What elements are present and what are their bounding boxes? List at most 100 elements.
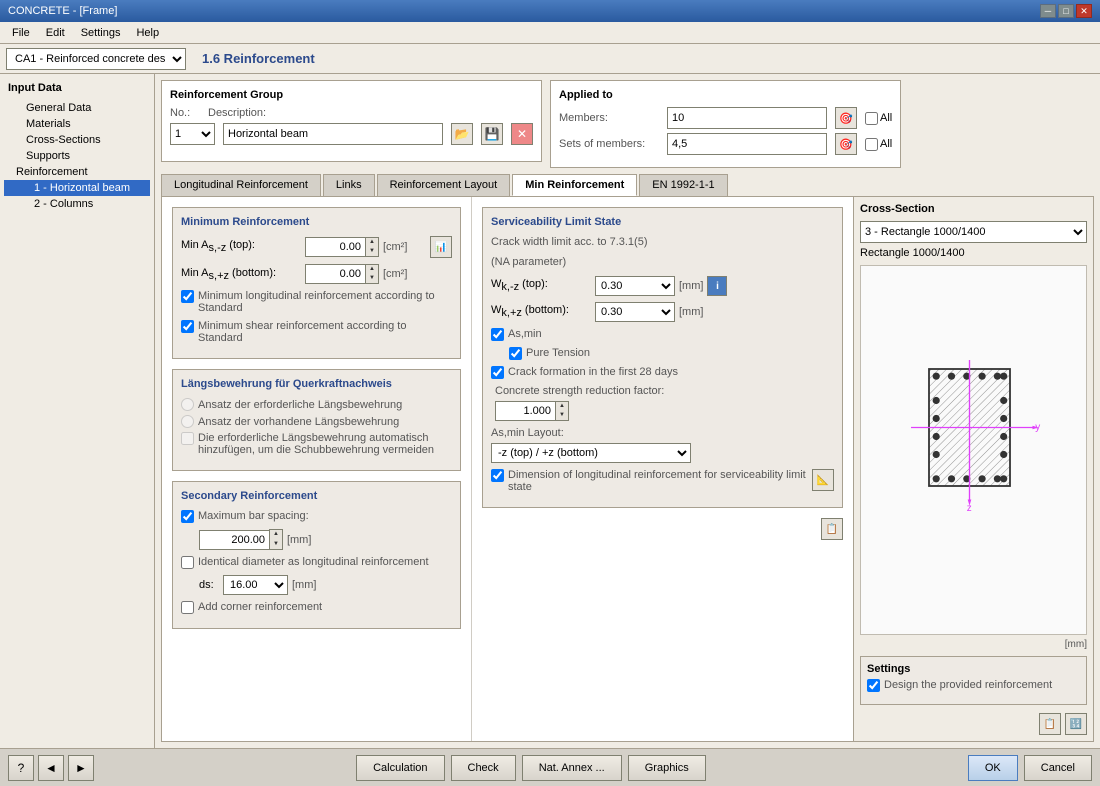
as-min-row: As,min <box>491 328 834 341</box>
design-checkbox[interactable] <box>867 679 880 692</box>
sidebar-item-columns[interactable]: 2 - Columns <box>4 196 150 212</box>
at-sets-all-check[interactable] <box>865 138 878 151</box>
concrete-strength-down[interactable]: ▼ <box>556 411 568 420</box>
identical-dia-checkbox[interactable] <box>181 556 194 569</box>
bar-spacing-unit: [mm] <box>287 534 311 546</box>
min-as-top-row: Min As,-z (top): ▲ ▼ [cm²] 📊 <box>181 236 452 258</box>
calculation-button[interactable]: Calculation <box>356 755 444 781</box>
ok-button[interactable]: OK <box>968 755 1018 781</box>
info-button[interactable]: i <box>707 276 727 296</box>
at-sets-all: All <box>865 138 892 151</box>
menu-settings[interactable]: Settings <box>73 25 129 41</box>
rg-icon-open[interactable]: 📂 <box>451 123 473 145</box>
right-panel: Serviceability Limit State Crack width l… <box>472 197 853 741</box>
cs-select[interactable]: 3 - Rectangle 1000/1400 <box>860 221 1087 243</box>
tab-layout[interactable]: Reinforcement Layout <box>377 174 511 196</box>
as-min-checkbox[interactable] <box>491 328 504 341</box>
cs-mm-label: [mm] <box>860 639 1087 650</box>
min-as-top-spinner[interactable]: ▲ ▼ <box>365 237 379 257</box>
graphics-button[interactable]: Graphics <box>628 755 706 781</box>
wk-bottom-row: Wk,+z (bottom): 0.30 [mm] <box>491 302 834 322</box>
radio1[interactable] <box>181 398 194 411</box>
secondary-box: Secondary Reinforcement Maximum bar spac… <box>172 481 461 628</box>
min-as-top-up[interactable]: ▲ <box>366 238 378 247</box>
rg-no-select[interactable]: 1 <box>170 123 215 145</box>
at-header: Applied to <box>559 89 892 101</box>
rg-icon-save[interactable]: 💾 <box>481 123 503 145</box>
at-sets-row: Sets of members: 🎯 All <box>559 133 892 155</box>
tab-longitudinal[interactable]: Longitudinal Reinforcement <box>161 174 321 196</box>
cancel-button[interactable]: Cancel <box>1024 755 1092 781</box>
dimension-icon[interactable]: 📐 <box>812 469 834 491</box>
cs-icon2[interactable]: 🔢 <box>1065 713 1087 735</box>
sidebar-item-general-data[interactable]: General Data <box>4 100 150 116</box>
cs-header: Cross-Section <box>860 203 1087 215</box>
rg-icon-delete[interactable]: ✕ <box>511 123 533 145</box>
sidebar-header: Input Data <box>4 80 150 96</box>
ca-select[interactable]: CA1 - Reinforced concrete desi <box>6 48 186 70</box>
crack-28-checkbox[interactable] <box>491 366 504 379</box>
add-corner-label: Add corner reinforcement <box>198 601 452 613</box>
min-reinforcement-box: Minimum Reinforcement Min As,-z (top): ▲… <box>172 207 461 359</box>
tab-links[interactable]: Links <box>323 174 375 196</box>
secondary-title: Secondary Reinforcement <box>181 490 452 502</box>
sidebar-item-materials[interactable]: Materials <box>4 116 150 132</box>
add-corner-checkbox[interactable] <box>181 601 194 614</box>
check2-checkbox[interactable] <box>181 320 194 333</box>
min-as-top-down[interactable]: ▼ <box>366 247 378 256</box>
min-as-bottom-up[interactable]: ▲ <box>366 265 378 274</box>
at-sets-input[interactable] <box>667 133 827 155</box>
radio1-row: Ansatz der erforderliche Längsbewehrung <box>181 398 452 411</box>
min-as-top-input[interactable] <box>305 237 365 257</box>
wk-bottom-select[interactable]: 0.30 <box>595 302 675 322</box>
radio2-label: Ansatz der vorhandene Längsbewehrung <box>198 416 399 428</box>
bar-spacing-spinner[interactable]: ▲ ▼ <box>269 529 283 549</box>
next-button[interactable]: ► <box>68 755 94 781</box>
nat-annex-button[interactable]: Nat. Annex ... <box>522 755 622 781</box>
at-members-icon[interactable]: 🎯 <box>835 107 857 129</box>
right-panel-icon[interactable]: 📋 <box>821 518 843 540</box>
minimize-button[interactable]: ─ <box>1040 4 1056 18</box>
check-button[interactable]: Check <box>451 755 516 781</box>
at-sets-icon[interactable]: 🎯 <box>835 133 857 155</box>
prev-button[interactable]: ◄ <box>38 755 64 781</box>
tab-en[interactable]: EN 1992-1-1 <box>639 174 727 196</box>
check2-row: Minimum shear reinforcement according to… <box>181 320 452 344</box>
sidebar-item-reinforcement[interactable]: Reinforcement <box>4 164 150 180</box>
menu-file[interactable]: File <box>4 25 38 41</box>
min-as-bottom-input[interactable] <box>305 264 365 284</box>
wk-top-select[interactable]: 0.30 <box>595 276 675 296</box>
sidebar-item-horizontal-beam[interactable]: 1 - Horizontal beam <box>4 180 150 196</box>
concrete-strength-up[interactable]: ▲ <box>556 402 568 411</box>
at-members-all-check[interactable] <box>865 112 878 125</box>
bar-spacing-down[interactable]: ▼ <box>270 540 282 549</box>
sidebar-item-supports[interactable]: Supports <box>4 148 150 164</box>
tab-min-reinforcement[interactable]: Min Reinforcement <box>512 174 637 196</box>
menu-edit[interactable]: Edit <box>38 25 73 41</box>
check1-checkbox[interactable] <box>181 290 194 303</box>
menu-help[interactable]: Help <box>128 25 167 41</box>
dimension-checkbox[interactable] <box>491 469 504 482</box>
radio2[interactable] <box>181 415 194 428</box>
sidebar-item-cross-sections[interactable]: Cross-Sections <box>4 132 150 148</box>
lbw-check-row: Die erforderliche Längsbewehrung automat… <box>181 432 452 456</box>
bar-spacing-up[interactable]: ▲ <box>270 530 282 539</box>
help-button[interactable]: ? <box>8 755 34 781</box>
ds-select[interactable]: 16.00 <box>223 575 288 595</box>
min-as-top-icon[interactable]: 📊 <box>430 236 452 258</box>
cs-icon1[interactable]: 📋 <box>1039 713 1061 735</box>
concrete-strength-input[interactable] <box>495 401 555 421</box>
maximize-button[interactable]: □ <box>1058 4 1074 18</box>
min-as-bottom-down[interactable]: ▼ <box>366 274 378 283</box>
as-min-layout-select[interactable]: -z (top) / +z (bottom) <box>491 443 691 463</box>
at-members-input[interactable] <box>667 107 827 129</box>
rg-desc-input[interactable] <box>223 123 443 145</box>
max-bar-checkbox[interactable] <box>181 510 194 523</box>
concrete-strength-spinner[interactable]: ▲ ▼ <box>555 401 569 421</box>
min-as-bottom-spinner[interactable]: ▲ ▼ <box>365 264 379 284</box>
as-min-label: As,min <box>508 328 834 340</box>
bar-spacing-input[interactable] <box>199 530 269 550</box>
close-button[interactable]: ✕ <box>1076 4 1092 18</box>
lbw-checkbox[interactable] <box>181 432 194 445</box>
pure-tension-checkbox[interactable] <box>509 347 522 360</box>
